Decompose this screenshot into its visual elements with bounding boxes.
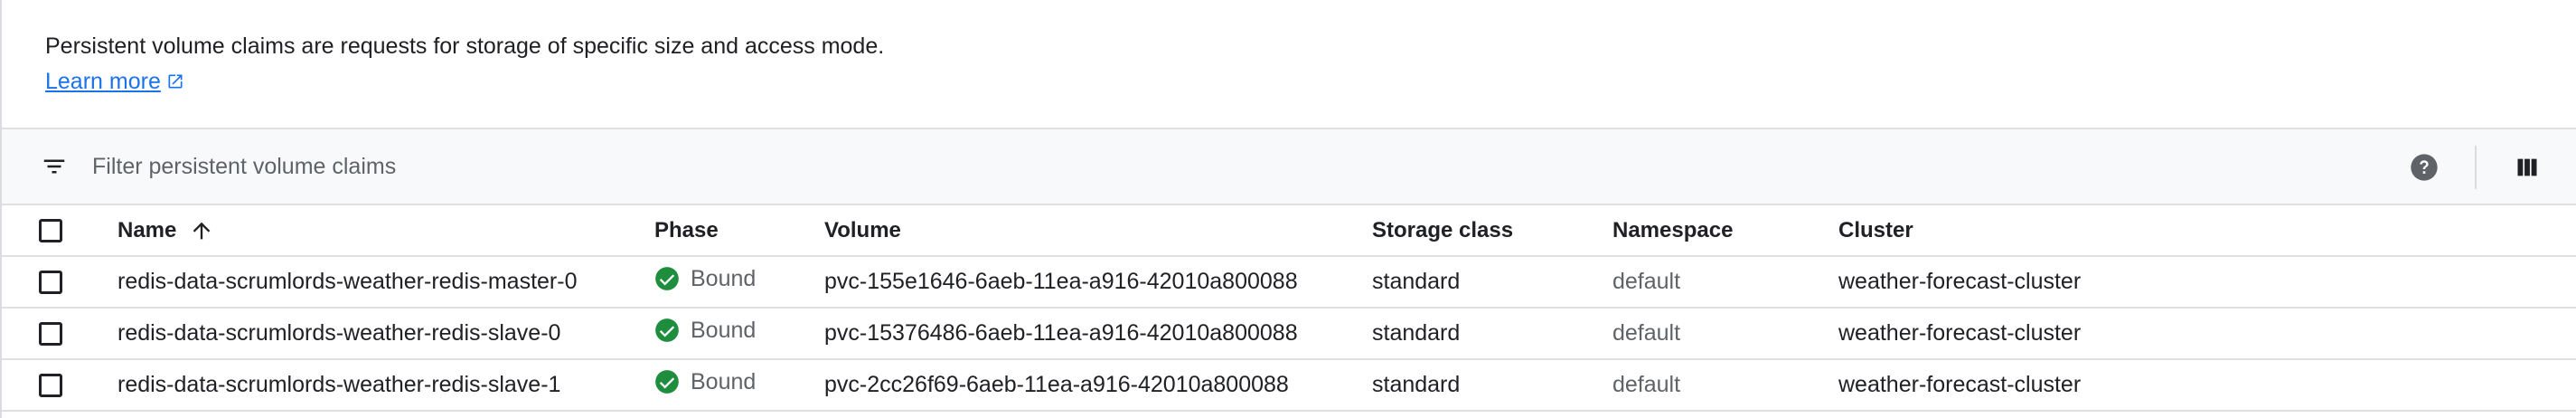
column-header-volume[interactable]: Volume [824,205,1372,256]
status-label: Bound [691,368,757,394]
table-row: redis-data-scrumlords-weather-redis-mast… [2,256,2576,308]
pvc-name-link[interactable]: redis-data-scrumlords-weather-redis-slav… [118,359,654,411]
column-header-name[interactable]: Name [118,218,214,243]
select-all-checkbox[interactable] [39,218,62,242]
column-header-namespace[interactable]: Namespace [1612,205,1838,256]
column-header-cluster[interactable]: Cluster [1838,205,2576,256]
pvc-name-link[interactable]: redis-data-scrumlords-weather-redis-slav… [118,308,654,359]
learn-more-link[interactable]: Learn more [45,67,184,96]
row-checkbox[interactable] [39,321,62,346]
column-header-storage-class[interactable]: Storage class [1372,205,1612,256]
pvc-name-link[interactable]: redis-data-scrumlords-weather-redis-mast… [118,256,654,308]
toolbar-divider [2475,146,2477,189]
status-badge: Bound [654,266,756,292]
open-in-new-icon [168,74,183,89]
storage-class-cell: standard [1372,320,1461,346]
table-header-row: Name Phase Volume Storage class Namespac… [2,205,2576,256]
check-circle-icon [655,318,679,343]
storage-class-cell: standard [1372,372,1461,397]
intro-description: Persistent volume claims are requests fo… [45,33,885,59]
arrow-upward-icon [193,222,211,239]
filter-input[interactable] [92,153,906,180]
cluster-cell: weather-forecast-cluster [1838,269,2082,294]
pvc-table: Name Phase Volume Storage class Namespac… [2,205,2576,412]
check-circle-icon [655,267,679,291]
learn-more-label: Learn more [45,69,161,94]
status-badge: Bound [654,318,756,344]
pvc-list-page: Persistent volume claims are requests fo… [0,0,2576,418]
namespace-cell: default [1612,372,1681,397]
table-row: redis-data-scrumlords-weather-redis-slav… [2,359,2576,411]
status-label: Bound [691,317,757,343]
check-circle-icon [655,370,679,394]
cluster-cell: weather-forecast-cluster [1838,372,2082,397]
row-checkbox[interactable] [39,373,62,397]
column-header-phase[interactable]: Phase [654,205,824,256]
status-label: Bound [691,265,757,291]
storage-class-cell: standard [1372,269,1461,294]
namespace-cell: default [1612,320,1681,346]
volume-cell: pvc-15376486-6aeb-11ea-a916-42010a800088 [824,320,1298,346]
row-checkbox[interactable] [39,270,62,294]
status-badge: Bound [654,369,756,395]
cluster-cell: weather-forecast-cluster [1838,320,2082,346]
filter-toolbar [2,129,2576,205]
volume-cell: pvc-2cc26f69-6aeb-11ea-a916-42010a800088 [824,372,1289,397]
namespace-cell: default [1612,269,1681,294]
column-header-name-label: Name [118,217,177,242]
volume-cell: pvc-155e1646-6aeb-11ea-a916-42010a800088 [824,269,1298,294]
filter-icon[interactable] [41,153,68,180]
intro-section: Persistent volume claims are requests fo… [2,0,2576,129]
view-column-icon[interactable] [2515,155,2540,180]
help-icon[interactable] [2410,153,2439,182]
table-row: redis-data-scrumlords-weather-redis-slav… [2,308,2576,359]
